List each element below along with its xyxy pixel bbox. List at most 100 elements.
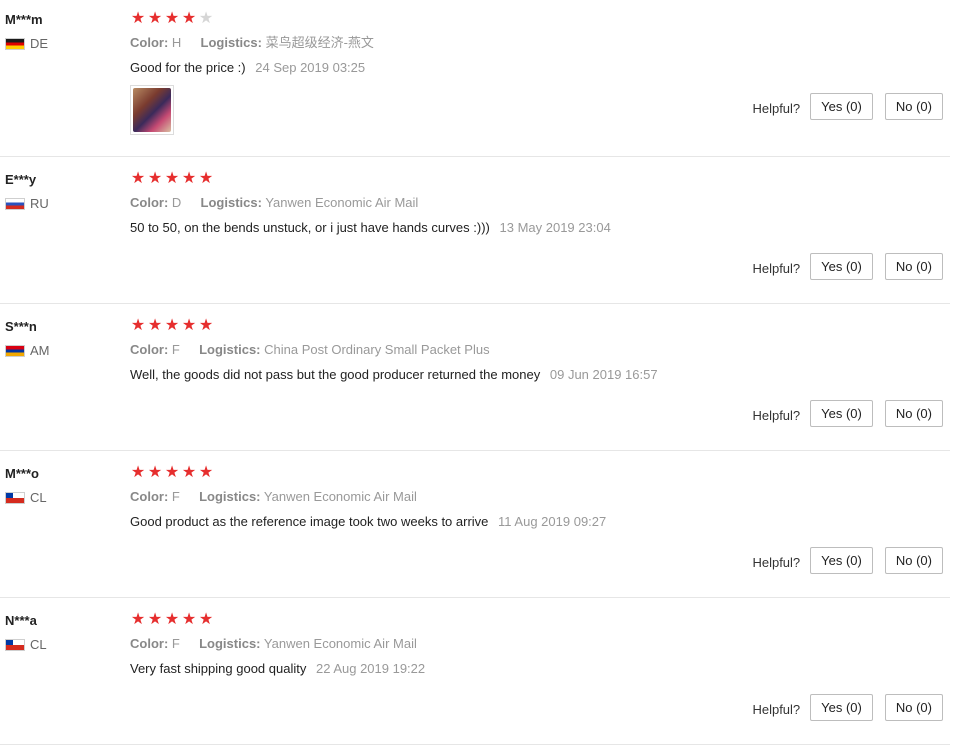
- star-filled-icon: ★: [164, 611, 180, 628]
- reviewer-info: S***n AM: [5, 318, 115, 359]
- helpful-no-button[interactable]: No (0): [884, 400, 943, 427]
- logistics-value: 菜鸟超级经济-燕文: [265, 35, 374, 50]
- helpful-label: Helpful?: [752, 555, 801, 570]
- review-item: M***o CL ★ ★ ★ ★ ★ Color: F Logistics: Yanwe…: [0, 454, 950, 598]
- reviewer-country: RU: [5, 196, 115, 212]
- star-rating: ★ ★ ★ ★ ★: [130, 611, 730, 629]
- star-filled-icon: ★: [181, 317, 197, 334]
- review-body: ★ ★ ★ ★ ★ Color: F Logistics: China Post Ord…: [130, 317, 730, 384]
- review-text: Good product as the reference image took…: [130, 514, 489, 529]
- color-value: F: [171, 342, 180, 357]
- star-filled-icon: ★: [147, 170, 163, 187]
- color-label: Color:: [130, 195, 169, 210]
- reviewer-country: CL: [5, 637, 115, 653]
- logistics-value: China Post Ordinary Small Packet Plus: [264, 342, 490, 357]
- reviewer-name: M***o: [5, 466, 39, 481]
- helpful-no-button[interactable]: No (0): [884, 694, 943, 721]
- color-label: Color:: [130, 489, 169, 504]
- star-filled-icon: ★: [147, 611, 163, 628]
- star-filled-icon: ★: [147, 317, 163, 334]
- star-rating: ★ ★ ★ ★ ★: [130, 170, 730, 188]
- logistics-value: Yanwen Economic Air Mail: [263, 636, 417, 651]
- review-meta: Color: F Logistics: Yanwen Economic Air …: [130, 488, 730, 506]
- review-date: 24 Sep 2019 03:25: [255, 60, 366, 75]
- helpful-no-button[interactable]: No (0): [884, 547, 943, 574]
- star-filled-icon: ★: [147, 464, 163, 481]
- review-body: ★ ★ ★ ★ ★ Color: D Logistics: Yanwen Economi…: [130, 170, 730, 237]
- star-filled-icon: ★: [130, 10, 146, 27]
- helpful-label: Helpful?: [752, 702, 801, 717]
- reviewer-info: E***y RU: [5, 171, 115, 212]
- star-filled-icon: ★: [130, 170, 146, 187]
- review-date: 11 Aug 2019 09:27: [498, 514, 607, 529]
- country-code: DE: [30, 36, 49, 51]
- color-label: Color:: [130, 342, 169, 357]
- review-item: N***a CL ★ ★ ★ ★ ★ Color: F Logistics: Yanwe…: [0, 601, 950, 745]
- helpful-vote: Helpful? Yes (0) No (0): [752, 547, 943, 574]
- review-item: E***y RU ★ ★ ★ ★ ★ Color: D Logistics: Yanwe…: [0, 160, 950, 304]
- review-text: Good for the price :): [130, 60, 246, 75]
- helpful-yes-button[interactable]: Yes (0): [810, 694, 873, 721]
- review-text-row: Very fast shipping good quality 22 Aug 2…: [130, 660, 730, 678]
- review-date: 22 Aug 2019 19:22: [315, 661, 426, 676]
- helpful-vote: Helpful? Yes (0) No (0): [752, 694, 943, 721]
- logistics-label: Logistics:: [199, 342, 261, 357]
- review-body: ★ ★ ★ ★ ★ Color: F Logistics: Yanwen Economi…: [130, 464, 730, 531]
- country-code: AM: [30, 343, 50, 358]
- star-filled-icon: ★: [147, 10, 163, 27]
- logistics-label: Logistics:: [199, 636, 261, 651]
- review-text-row: Good for the price :) 24 Sep 2019 03:25: [130, 59, 730, 77]
- logistics-label: Logistics:: [199, 489, 261, 504]
- star-filled-icon: ★: [198, 611, 214, 628]
- review-meta: Color: H Logistics: 菜鸟超级经济-燕文: [130, 34, 730, 52]
- star-filled-icon: ★: [181, 170, 197, 187]
- star-filled-icon: ★: [164, 170, 180, 187]
- helpful-yes-button[interactable]: Yes (0): [810, 93, 873, 120]
- review-text: 50 to 50, on the bends unstuck, or i jus…: [130, 220, 490, 235]
- review-photo-thumbnail[interactable]: [130, 85, 174, 135]
- reviewer-name: N***a: [5, 613, 37, 628]
- reviewer-info: M***m DE: [5, 11, 115, 52]
- color-value: H: [171, 35, 182, 50]
- helpful-label: Helpful?: [752, 101, 801, 116]
- review-body: ★ ★ ★ ★ ★ Color: F Logistics: Yanwen Economi…: [130, 611, 730, 678]
- review-item: S***n AM ★ ★ ★ ★ ★ Color: F Logistics: China…: [0, 307, 950, 451]
- review-meta: Color: F Logistics: China Post Ordinary …: [130, 341, 730, 359]
- star-filled-icon: ★: [181, 464, 197, 481]
- reviewer-name: S***n: [5, 319, 37, 334]
- star-filled-icon: ★: [130, 611, 146, 628]
- helpful-vote: Helpful? Yes (0) No (0): [752, 93, 943, 120]
- review-text: Well, the goods did not pass but the goo…: [130, 367, 541, 382]
- helpful-label: Helpful?: [752, 408, 801, 423]
- review-meta: Color: F Logistics: Yanwen Economic Air …: [130, 635, 730, 653]
- star-rating: ★ ★ ★ ★ ★: [130, 317, 730, 335]
- logistics-label: Logistics:: [200, 195, 262, 210]
- chile-flag-icon: [5, 492, 25, 504]
- logistics-value: Yanwen Economic Air Mail: [263, 489, 417, 504]
- armenia-flag-icon: [5, 345, 25, 357]
- helpful-yes-button[interactable]: Yes (0): [810, 400, 873, 427]
- star-filled-icon: ★: [164, 317, 180, 334]
- star-rating: ★ ★ ★ ★ ★: [130, 464, 730, 482]
- star-filled-icon: ★: [198, 464, 214, 481]
- review-text-row: 50 to 50, on the bends unstuck, or i jus…: [130, 219, 730, 237]
- product-photo-image: [133, 88, 171, 132]
- review-list: M***m DE ★ ★ ★ ★ ★ Color: H Logistics: 菜鸟超级经…: [0, 0, 967, 746]
- star-filled-icon: ★: [198, 170, 214, 187]
- review-item: M***m DE ★ ★ ★ ★ ★ Color: H Logistics: 菜鸟超级经…: [0, 0, 950, 157]
- review-text-row: Good product as the reference image took…: [130, 513, 730, 531]
- review-text: Very fast shipping good quality: [130, 661, 307, 676]
- country-code: CL: [30, 490, 47, 505]
- star-filled-icon: ★: [130, 317, 146, 334]
- helpful-yes-button[interactable]: Yes (0): [810, 547, 873, 574]
- color-value: F: [171, 489, 180, 504]
- reviewer-name: E***y: [5, 172, 37, 187]
- helpful-no-button[interactable]: No (0): [884, 253, 943, 280]
- helpful-no-button[interactable]: No (0): [884, 93, 943, 120]
- review-text-row: Well, the goods did not pass but the goo…: [130, 366, 730, 384]
- helpful-yes-button[interactable]: Yes (0): [810, 253, 873, 280]
- color-label: Color:: [130, 35, 169, 50]
- star-filled-icon: ★: [164, 464, 180, 481]
- reviewer-info: N***a CL: [5, 612, 115, 653]
- star-filled-icon: ★: [181, 611, 197, 628]
